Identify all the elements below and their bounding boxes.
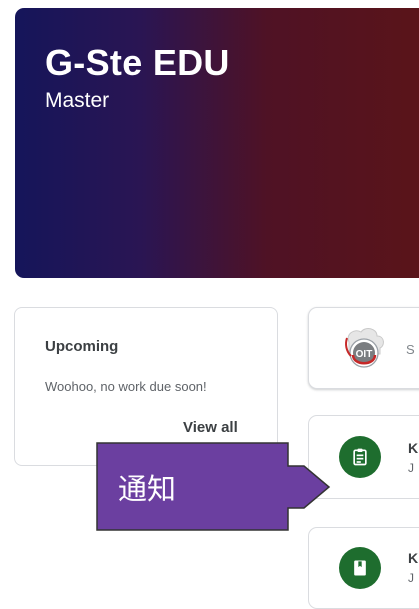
post-date: J [408, 571, 414, 585]
upcoming-title: Upcoming [45, 338, 119, 355]
upcoming-empty-message: Woohoo, no work due soon! [45, 379, 207, 394]
view-all-link[interactable]: View all [183, 419, 238, 436]
assignment-icon [339, 436, 381, 478]
post-title: K [408, 550, 419, 566]
user-avatar: OIT [339, 324, 389, 379]
class-banner: G-Ste EDU Master [15, 8, 419, 278]
class-section: Master [45, 89, 110, 112]
post-title: K [408, 440, 419, 456]
oit-logo-icon: OIT [345, 328, 384, 368]
material-icon [339, 547, 381, 589]
annotation-label: 通知 [118, 472, 177, 506]
stream-compose-card[interactable]: OIT S [308, 307, 419, 389]
compose-placeholder[interactable]: S [406, 342, 415, 357]
svg-text:OIT: OIT [356, 349, 373, 360]
class-title: G-Ste EDU [45, 42, 230, 83]
stream-post[interactable]: K J [308, 527, 419, 609]
post-date: J [408, 461, 414, 475]
